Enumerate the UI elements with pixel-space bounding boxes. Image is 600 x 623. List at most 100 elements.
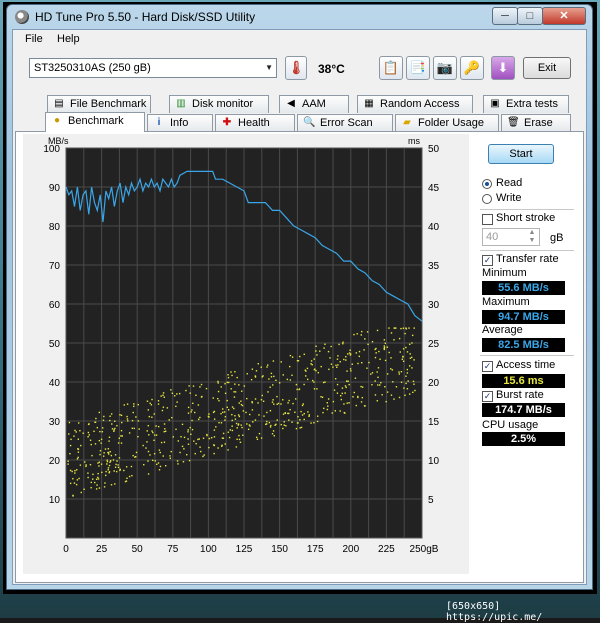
access-time-point: [190, 433, 192, 436]
tab-folder-usage[interactable]: ▰ Folder Usage: [395, 114, 499, 132]
minimize-button[interactable]: ─: [492, 7, 518, 25]
access-time-point: [162, 455, 164, 457]
app-icon: [15, 10, 29, 24]
start-button[interactable]: Start: [488, 144, 554, 164]
access-time-point: [226, 406, 228, 408]
tab-info[interactable]: i Info: [147, 114, 213, 132]
write-radio-label: Write: [496, 192, 522, 204]
access-time-point: [267, 391, 269, 393]
access-time-point: [163, 396, 165, 398]
access-time-point: [283, 424, 285, 426]
menu-help[interactable]: Help: [57, 33, 80, 45]
access-time-point: [134, 456, 136, 458]
access-time-point: [300, 426, 303, 429]
access-time-point: [234, 391, 237, 393]
tab-random-access[interactable]: ▦ Random Access: [357, 95, 473, 113]
access-time-point: [400, 327, 402, 330]
access-time-point: [341, 392, 343, 395]
access-time-point: [213, 452, 215, 455]
access-time-point: [221, 437, 224, 439]
access-time-point: [76, 479, 79, 481]
access-time-point: [96, 484, 98, 486]
access-time-point: [235, 446, 238, 448]
access-time-point: [245, 411, 247, 414]
tab-benchmark[interactable]: ● Benchmark: [45, 112, 145, 132]
access-time-point: [411, 367, 413, 369]
access-time-point: [222, 432, 225, 435]
access-time-point: [364, 338, 366, 340]
access-time-point: [238, 384, 240, 386]
access-time-point: [145, 447, 147, 449]
close-button[interactable]: ✕: [542, 7, 586, 25]
copy-info-icon[interactable]: 📋: [379, 56, 403, 80]
access-time-point: [299, 427, 301, 429]
access-time-point: [130, 465, 133, 468]
thermometer-icon: 🌡: [285, 56, 307, 80]
erase-icon: 🗑: [507, 117, 520, 128]
access-time-point: [227, 449, 229, 451]
tab-extra-tests[interactable]: ▣ Extra tests: [483, 95, 569, 113]
access-time-point: [414, 389, 416, 392]
access-time-point: [217, 390, 220, 393]
access-time-point: [371, 384, 373, 386]
exit-button[interactable]: Exit: [523, 57, 571, 79]
access-time-point: [255, 436, 258, 439]
access-time-point: [175, 428, 177, 431]
y-tick-label-right: 10: [428, 456, 440, 467]
read-radio[interactable]: [482, 179, 492, 189]
access-time-point: [276, 395, 278, 398]
access-time-checkbox[interactable]: ✓: [482, 361, 493, 372]
dropdown-arrow-icon: ▼: [265, 63, 273, 72]
access-time-point: [158, 469, 161, 471]
toolbar: ST3250310AS (250 gB) ▼ 🌡 38°C 📋 📑 📷 🔑 ⬇ …: [13, 52, 586, 86]
access-time-point: [384, 386, 386, 388]
title-bar[interactable]: HD Tune Pro 5.50 - Hard Disk/SSD Utility…: [7, 5, 592, 29]
maximize-button[interactable]: □: [517, 7, 543, 25]
write-radio[interactable]: [482, 194, 492, 204]
tab-disk-monitor[interactable]: ▥ Disk monitor: [169, 95, 269, 113]
access-time-point: [329, 357, 331, 359]
access-time-point: [288, 399, 290, 402]
drive-select[interactable]: ST3250310AS (250 gB) ▼: [29, 58, 277, 78]
access-time-point: [220, 386, 222, 388]
access-time-point: [286, 378, 289, 381]
tab-aam[interactable]: ◀ AAM: [279, 95, 349, 113]
access-time-point: [269, 426, 272, 428]
access-time-point: [77, 451, 80, 453]
tab-erase[interactable]: 🗑 Erase: [501, 114, 571, 132]
disk-monitor-icon: ▥: [176, 98, 186, 109]
access-time-point: [98, 465, 100, 467]
options-icon[interactable]: 🔑: [460, 56, 484, 80]
access-time-point: [350, 370, 352, 372]
access-time-point: [236, 438, 238, 441]
y-tick-label-right: 15: [428, 417, 440, 428]
screenshot-icon[interactable]: 📷: [433, 56, 457, 80]
access-time-point: [295, 383, 298, 386]
burst-rate-checkbox[interactable]: ✓: [482, 391, 493, 402]
access-time-point: [227, 374, 229, 376]
short-stroke-checkbox[interactable]: [482, 214, 493, 225]
access-time-point: [109, 419, 111, 422]
access-time-point: [106, 463, 108, 465]
access-time-point: [223, 411, 226, 413]
extra-tests-icon: ▣: [490, 98, 500, 109]
access-time-point: [158, 449, 161, 451]
tab-health[interactable]: ✚ Health: [215, 114, 295, 132]
access-time-point: [404, 394, 406, 397]
access-time-point: [398, 396, 401, 399]
copy-screen-icon[interactable]: 📑: [406, 56, 430, 80]
access-time-point: [199, 386, 201, 388]
access-time-point: [273, 403, 275, 405]
access-time-point: [347, 380, 349, 382]
tab-error-scan[interactable]: 🔍 Error Scan: [297, 114, 393, 132]
transfer-rate-checkbox[interactable]: ✓: [482, 255, 493, 266]
tab-file-benchmark[interactable]: ▤ File Benchmark: [47, 95, 151, 113]
access-time-point: [320, 365, 322, 368]
access-time-point: [240, 424, 242, 426]
access-time-point: [266, 420, 268, 423]
download-icon[interactable]: ⬇: [491, 56, 515, 80]
spin-arrows-icon[interactable]: ▲ ▼: [525, 229, 539, 245]
access-time-point: [160, 441, 163, 444]
menu-file[interactable]: File: [25, 33, 43, 45]
access-time-point: [208, 413, 210, 415]
